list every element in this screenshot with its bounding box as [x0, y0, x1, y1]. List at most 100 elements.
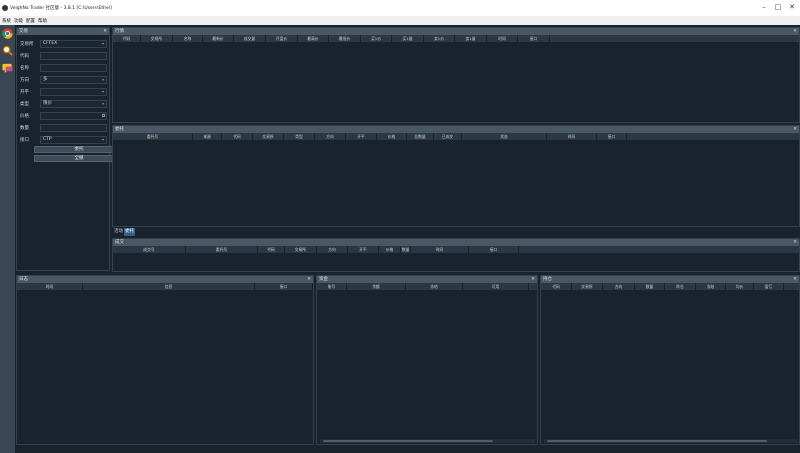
column-header[interactable]: 冻结: [406, 283, 463, 290]
scrollbar-thumb[interactable]: [547, 440, 767, 442]
column-header[interactable]: 方向: [315, 133, 346, 140]
column-header[interactable]: 委托号: [186, 246, 258, 253]
column-header[interactable]: 已成交: [434, 133, 462, 140]
column-header[interactable]: 交易所: [572, 283, 603, 290]
price-checkbox[interactable]: [102, 113, 105, 117]
name-field: [40, 63, 107, 72]
column-header[interactable]: 冻结: [696, 283, 726, 290]
position-panel-close-icon[interactable]: ✕: [793, 276, 797, 283]
scrollbar-thumb[interactable]: [323, 440, 493, 442]
column-header[interactable]: 价格: [377, 133, 407, 140]
menu-config[interactable]: 配置: [26, 18, 35, 24]
chevron-down-icon: ▾: [101, 76, 104, 82]
column-header[interactable]: 开平: [348, 246, 379, 253]
column-header[interactable]: 接口: [255, 283, 313, 290]
column-header[interactable]: 余额: [347, 283, 406, 290]
column-header[interactable]: 代码: [222, 133, 253, 140]
column-header[interactable]: 可用: [463, 283, 529, 290]
column-header[interactable]: 交易所: [141, 35, 173, 42]
order-panel-close-icon[interactable]: ✕: [793, 126, 797, 133]
exchange-label: 交易所: [20, 41, 34, 47]
cancel-all-button[interactable]: 全撤: [34, 155, 124, 162]
menu-help[interactable]: 帮助: [38, 18, 47, 24]
type-row: 类型 限价 ▾: [20, 99, 107, 108]
tick-panel-close-icon[interactable]: ✕: [793, 28, 797, 35]
column-header[interactable]: 接口: [469, 246, 519, 253]
position-horizontal-scrollbar[interactable]: [544, 439, 798, 443]
column-header[interactable]: 成交号: [113, 246, 186, 253]
column-header[interactable]: 账号: [317, 283, 347, 290]
trade-panel-close-icon[interactable]: ✕: [103, 28, 107, 35]
tick-panel: 行情 ✕ 代码 交易所 名称 最新价 成交量 开盘价 最高价 最低价 买1价 买…: [112, 27, 800, 123]
column-header[interactable]: 时间: [411, 246, 469, 253]
column-header[interactable]: 时间: [547, 133, 597, 140]
column-header[interactable]: 数量: [635, 283, 665, 290]
tab-orders[interactable]: 委托: [124, 228, 135, 236]
log-panel-close-icon[interactable]: ✕: [307, 276, 311, 283]
column-header[interactable]: 方向: [603, 283, 635, 290]
symbol-input[interactable]: [40, 51, 107, 60]
chevron-down-icon: ▾: [101, 88, 104, 94]
price-row: 价格: [20, 111, 107, 120]
column-header[interactable]: 接口: [597, 133, 627, 140]
column-header[interactable]: 信息: [83, 283, 255, 290]
chevron-down-icon: ▾: [101, 40, 104, 46]
column-header[interactable]: 交易所: [285, 246, 317, 253]
type-select[interactable]: 限价 ▾: [40, 99, 107, 108]
column-header[interactable]: 代码: [113, 35, 141, 42]
exchange-select[interactable]: CFFEX ▾: [40, 39, 107, 48]
send-order-button[interactable]: 委托: [34, 146, 124, 153]
column-header[interactable]: 类型: [284, 133, 315, 140]
column-header[interactable]: 状态: [462, 133, 547, 140]
left-toolbar: [0, 25, 15, 453]
column-header[interactable]: 代码: [258, 246, 285, 253]
menu-system[interactable]: 系统: [2, 18, 11, 24]
maximize-button[interactable]: □: [773, 3, 783, 12]
column-header[interactable]: 价格: [379, 246, 401, 253]
column-header[interactable]: 均价: [726, 283, 754, 290]
column-header[interactable]: 最新价: [203, 35, 234, 42]
position-panel-title: 持仓 ✕: [541, 276, 799, 283]
symbol-row: 代码: [20, 51, 107, 60]
column-header[interactable]: 时间: [17, 283, 83, 290]
order-table-header: 委托号 来源 代码 交易所 类型 方向 开平 价格 总数量 已成交 状态 时间 …: [113, 133, 799, 141]
chat-icon[interactable]: [2, 63, 13, 74]
column-header[interactable]: 交易所: [253, 133, 284, 140]
column-header[interactable]: 时间: [487, 35, 518, 42]
column-header[interactable]: 数量: [401, 246, 411, 253]
trade-list-panel-close-icon[interactable]: ✕: [793, 239, 797, 246]
column-header[interactable]: 卖1量: [455, 35, 487, 42]
tab-active-orders[interactable]: 活动: [113, 228, 124, 236]
column-header[interactable]: 盈亏: [754, 283, 784, 290]
column-header[interactable]: 昨仓: [665, 283, 696, 290]
column-header[interactable]: 总数量: [407, 133, 434, 140]
volume-input[interactable]: [40, 123, 107, 132]
column-header[interactable]: 最低价: [329, 35, 361, 42]
close-button[interactable]: ✕: [787, 3, 797, 12]
column-header[interactable]: 开盘价: [266, 35, 298, 42]
column-header[interactable]: 名称: [173, 35, 203, 42]
column-header[interactable]: 买1价: [361, 35, 392, 42]
column-header[interactable]: 买1量: [392, 35, 424, 42]
trade-list-table-header: 成交号 委托号 代码 交易所 方向 开平 价格 数量 时间 接口: [113, 246, 799, 254]
order-panel: 委托 ✕ 委托号 来源 代码 交易所 类型 方向 开平 价格 总数量 已成交 状…: [112, 125, 800, 227]
column-header[interactable]: 委托号: [113, 133, 193, 140]
chrome-icon[interactable]: [2, 28, 13, 39]
column-header[interactable]: 开平: [346, 133, 377, 140]
column-header[interactable]: 接口: [518, 35, 550, 42]
account-horizontal-scrollbar[interactable]: [320, 439, 535, 443]
direction-select[interactable]: 多 ▾: [40, 75, 107, 84]
column-header[interactable]: 卖1价: [424, 35, 455, 42]
offset-select[interactable]: ▾: [40, 87, 107, 96]
column-header[interactable]: 成交量: [234, 35, 266, 42]
column-header[interactable]: 代码: [541, 283, 572, 290]
column-header[interactable]: 方向: [317, 246, 348, 253]
gateway-select[interactable]: CTP ▾: [40, 135, 107, 144]
minimize-button[interactable]: –: [759, 3, 769, 12]
menu-function[interactable]: 功能: [14, 18, 23, 24]
search-icon[interactable]: [2, 45, 13, 56]
price-input[interactable]: [40, 111, 107, 120]
account-panel-close-icon[interactable]: ✕: [531, 276, 535, 283]
column-header[interactable]: 来源: [193, 133, 222, 140]
column-header[interactable]: 最高价: [298, 35, 329, 42]
